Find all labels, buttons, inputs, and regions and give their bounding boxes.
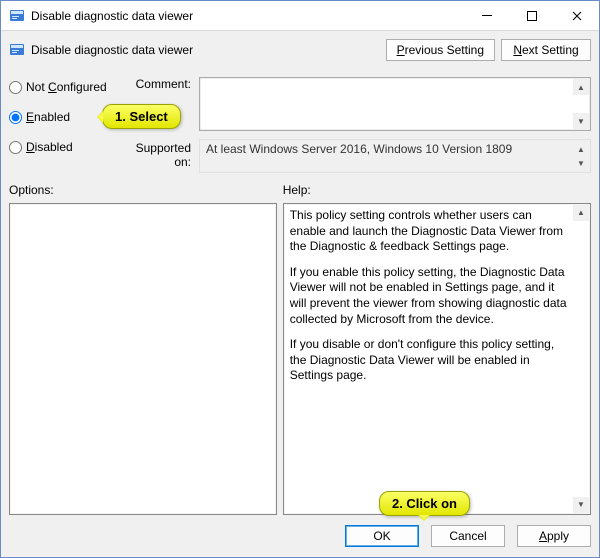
header-row: Disable diagnostic data viewer Previous … [1, 31, 599, 69]
radio-enabled-input[interactable] [9, 111, 22, 124]
comment-label: Comment: [119, 77, 199, 91]
minimize-button[interactable] [464, 1, 509, 30]
radio-not-configured[interactable]: Not Configured [9, 77, 119, 97]
help-paragraph: This policy setting controls whether use… [290, 208, 570, 255]
comment-textarea[interactable]: ▲ ▼ [199, 77, 591, 131]
apply-button[interactable]: Apply [517, 525, 591, 547]
help-box: This policy setting controls whether use… [283, 203, 591, 515]
scroll-down-icon[interactable]: ▼ [573, 155, 589, 171]
help-paragraph: If you disable or don't configure this p… [290, 337, 570, 384]
radio-disabled[interactable]: Disabled [9, 137, 119, 157]
next-setting-button[interactable]: Next Setting [501, 39, 591, 61]
policy-icon [9, 42, 25, 58]
radio-disabled-input[interactable] [9, 141, 22, 154]
scroll-down-icon[interactable]: ▼ [573, 113, 589, 129]
previous-setting-button[interactable]: Previous Setting [386, 39, 495, 61]
dialog-buttons: OK Cancel Apply [1, 515, 599, 557]
maximize-button[interactable] [509, 1, 554, 30]
title-bar: Disable diagnostic data viewer [1, 1, 599, 31]
radio-not-configured-input[interactable] [9, 81, 22, 94]
annotation-click-on: 2. Click on [379, 491, 470, 516]
help-pane: Help: This policy setting controls wheth… [283, 181, 591, 515]
supported-on-label: Supported on: [119, 139, 199, 169]
ok-button[interactable]: OK [345, 525, 419, 547]
policy-name-label: Disable diagnostic data viewer [31, 43, 380, 57]
options-label: Options: [9, 183, 277, 197]
options-pane: Options: [9, 181, 277, 515]
lower-split: Options: Help: This policy setting contr… [1, 177, 599, 515]
help-paragraph: If you enable this policy setting, the D… [290, 265, 570, 327]
policy-icon [9, 8, 25, 24]
policy-editor-window: Disable diagnostic data viewer Disable d… [0, 0, 600, 558]
scroll-up-icon[interactable]: ▲ [573, 205, 589, 221]
config-area: Not Configured Enabled Disabled Comment:… [1, 69, 599, 177]
window-title: Disable diagnostic data viewer [31, 9, 464, 23]
annotation-select: 1. Select [102, 104, 181, 129]
scroll-up-icon[interactable]: ▲ [573, 79, 589, 95]
supported-on-text: At least Windows Server 2016, Windows 10… [199, 139, 591, 173]
help-label: Help: [283, 183, 591, 197]
close-button[interactable] [554, 1, 599, 30]
comment-column: Comment: ▲ ▼ Supported on: At least Wind… [119, 69, 591, 173]
options-box[interactable] [9, 203, 277, 515]
scroll-down-icon[interactable]: ▼ [573, 497, 589, 513]
cancel-button[interactable]: Cancel [431, 525, 505, 547]
